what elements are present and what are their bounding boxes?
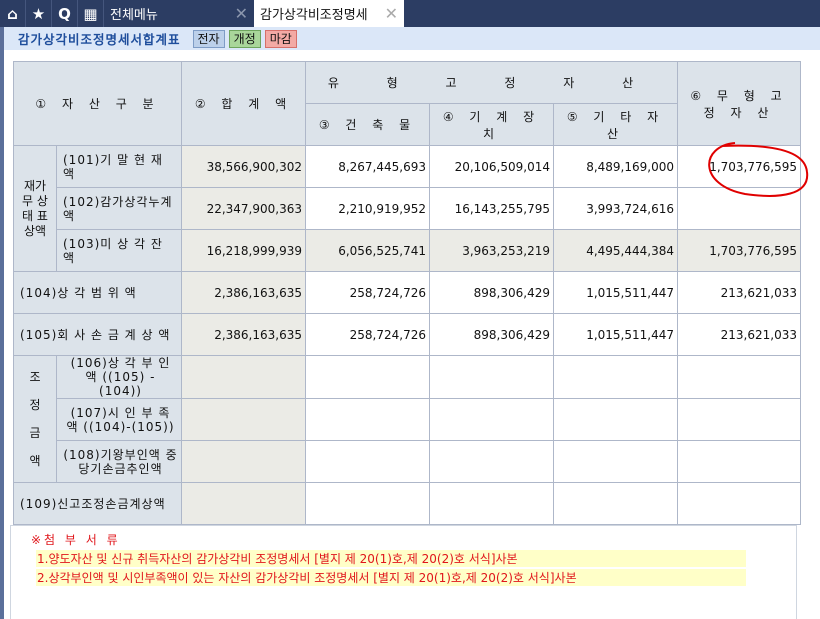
header-intangible: ⑥ 무 형 고 정 자 산 — [677, 61, 801, 146]
row-label: (102)감가상각누계액 — [56, 187, 182, 230]
close-icon[interactable]: ✕ — [235, 4, 248, 23]
page-header: 감가상각비조정명세서합계표 전자 개정 마감 — [4, 27, 820, 50]
header-building: ③ 건 축 물 — [305, 103, 430, 146]
table-row: (105)회 사 손 금 계 상 액 2,386,163,635 258,724,7… — [13, 313, 801, 356]
row-label: (106)상 각 부 인 액 ((105) - (104)) — [56, 355, 182, 399]
table-row: (108)기왕부인액 중 당기손금추인액 — [14, 440, 801, 483]
table-row: (102)감가상각누계액 22,347,900,363 2,210,919,952 1… — [14, 187, 801, 230]
value-building[interactable]: 8,267,445,693 — [305, 145, 430, 188]
value-other[interactable]: 1,015,511,447 — [553, 271, 678, 314]
value-other[interactable] — [553, 355, 678, 399]
value-building[interactable]: 258,724,726 — [305, 313, 430, 356]
value-other[interactable]: 1,015,511,447 — [553, 313, 678, 356]
star-icon[interactable]: ★ — [26, 0, 52, 27]
value-total[interactable]: 16,218,999,939 — [181, 229, 306, 272]
summary-table: ① 자 산 구 분 ② 합 계 액 유 형 고 정 자 산 ⑥ 무 형 고 정 … — [13, 61, 801, 525]
value-machine[interactable] — [429, 440, 554, 483]
value-intangible[interactable]: 213,621,033 — [677, 313, 801, 356]
table-row: (104)상 각 범 위 액 2,386,163,635 258,724,726 89… — [13, 271, 801, 314]
header-machine: ④ 기 계 장 치 — [429, 103, 554, 146]
value-machine[interactable]: 898,306,429 — [429, 313, 554, 356]
table-row: (103)미 상 각 잔 액 16,218,999,939 6,056,525,74… — [14, 229, 801, 272]
value-intangible[interactable] — [677, 187, 801, 230]
attachments-note: ※첨 부 서 류 1.양도자산 및 신규 취득자산의 감가상각비 조정명세서 [… — [10, 525, 797, 619]
value-machine[interactable] — [429, 355, 554, 399]
value-other[interactable] — [553, 440, 678, 483]
value-total[interactable] — [181, 440, 306, 483]
tab-bar: ⌂ ★ Q ▦ 전체메뉴 ✕ 감가상각비조정명세 ✕ — [0, 0, 820, 27]
value-intangible[interactable] — [677, 355, 801, 399]
value-total[interactable]: 38,566,900,302 — [181, 145, 306, 188]
value-other[interactable] — [553, 482, 678, 525]
table-row: 조정 금액 (106)상 각 부 인 액 ((105) - (104)) — [13, 355, 801, 483]
header-other: ⑤ 기 타 자 산 — [553, 103, 678, 146]
table-row: (109)신고조정손금계상액 — [13, 482, 801, 525]
home-icon[interactable]: ⌂ — [0, 0, 26, 27]
row-label: (101)기 말 현 재 액 — [56, 145, 182, 188]
value-other[interactable]: 4,495,444,384 — [553, 229, 678, 272]
row-label: (109)신고조정손금계상액 — [13, 482, 182, 525]
menu-grid-icon[interactable]: ▦ — [78, 0, 104, 27]
row-label: (103)미 상 각 잔 액 — [56, 229, 182, 272]
revise-button[interactable]: 개정 — [228, 29, 261, 48]
value-total[interactable] — [181, 398, 306, 441]
row-group-label: 재가 무 상 태 표 상액 — [13, 145, 57, 272]
header-total: ② 합 계 액 — [181, 61, 306, 146]
value-intangible[interactable]: 213,621,033 — [677, 271, 801, 314]
value-other[interactable]: 3,993,724,616 — [553, 187, 678, 230]
value-total[interactable]: 22,347,900,363 — [181, 187, 306, 230]
row-label: (104)상 각 범 위 액 — [13, 271, 182, 314]
value-machine[interactable]: 898,306,429 — [429, 271, 554, 314]
row-label: (105)회 사 손 금 계 상 액 — [13, 313, 182, 356]
row-label: (108)기왕부인액 중 당기손금추인액 — [56, 440, 182, 483]
value-building[interactable] — [305, 355, 430, 399]
table-row: 재가 무 상 태 표 상액 (101)기 말 현 재 액 38,566,900,30… — [13, 145, 801, 272]
value-building[interactable] — [305, 398, 430, 441]
value-total[interactable]: 2,386,163,635 — [181, 271, 306, 314]
value-intangible[interactable] — [677, 482, 801, 525]
header-asset-class: ① 자 산 구 분 — [13, 61, 182, 146]
attachments-title: ※첨 부 서 류 — [31, 533, 121, 547]
tab-depreciation[interactable]: 감가상각비조정명세 ✕ — [254, 0, 404, 27]
value-building[interactable]: 258,724,726 — [305, 271, 430, 314]
value-building[interactable]: 2,210,919,952 — [305, 187, 430, 230]
value-other[interactable]: 8,489,169,000 — [553, 145, 678, 188]
row-label: (107)시 인 부 족 액 ((104)-(105)) — [56, 398, 182, 441]
tab-all-menu[interactable]: 전체메뉴 ✕ — [104, 0, 254, 27]
attachment-line: 2.상각부인액 및 시인부족액이 있는 자산의 감가상각비 조정명세서 [별지 … — [36, 569, 746, 586]
page-title: 감가상각비조정명세서합계표 — [18, 32, 181, 47]
value-building[interactable] — [305, 482, 430, 525]
value-machine[interactable] — [429, 398, 554, 441]
left-strip — [0, 27, 4, 619]
value-intangible[interactable]: 1,703,776,595 — [677, 229, 801, 272]
value-total[interactable] — [181, 355, 306, 399]
electronic-button[interactable]: 전자 — [192, 29, 225, 48]
value-intangible[interactable] — [677, 398, 801, 441]
attachment-line: 1.양도자산 및 신규 취득자산의 감가상각비 조정명세서 [별지 제 20(1… — [36, 550, 746, 567]
close-icon[interactable]: ✕ — [385, 4, 398, 23]
tab-label: 감가상각비조정명세 — [260, 8, 368, 23]
header-tangible: 유 형 고 정 자 산 — [305, 61, 678, 104]
value-other[interactable] — [553, 398, 678, 441]
value-machine[interactable]: 3,963,253,219 — [429, 229, 554, 272]
value-machine[interactable]: 20,106,509,014 — [429, 145, 554, 188]
value-total[interactable]: 2,386,163,635 — [181, 313, 306, 356]
table-row: (107)시 인 부 족 액 ((104)-(105)) — [14, 398, 801, 441]
value-building[interactable] — [305, 440, 430, 483]
value-building[interactable]: 6,056,525,741 — [305, 229, 430, 272]
close-period-button[interactable]: 마감 — [264, 29, 297, 48]
value-machine[interactable]: 16,143,255,795 — [429, 187, 554, 230]
search-icon[interactable]: Q — [52, 0, 78, 27]
tab-label: 전체메뉴 — [110, 8, 158, 23]
value-machine[interactable] — [429, 482, 554, 525]
value-intangible[interactable] — [677, 440, 801, 483]
value-total[interactable] — [181, 482, 306, 525]
row-group-label: 조정 금액 — [13, 355, 57, 483]
value-intangible[interactable]: 1,703,776,595 — [677, 145, 801, 188]
